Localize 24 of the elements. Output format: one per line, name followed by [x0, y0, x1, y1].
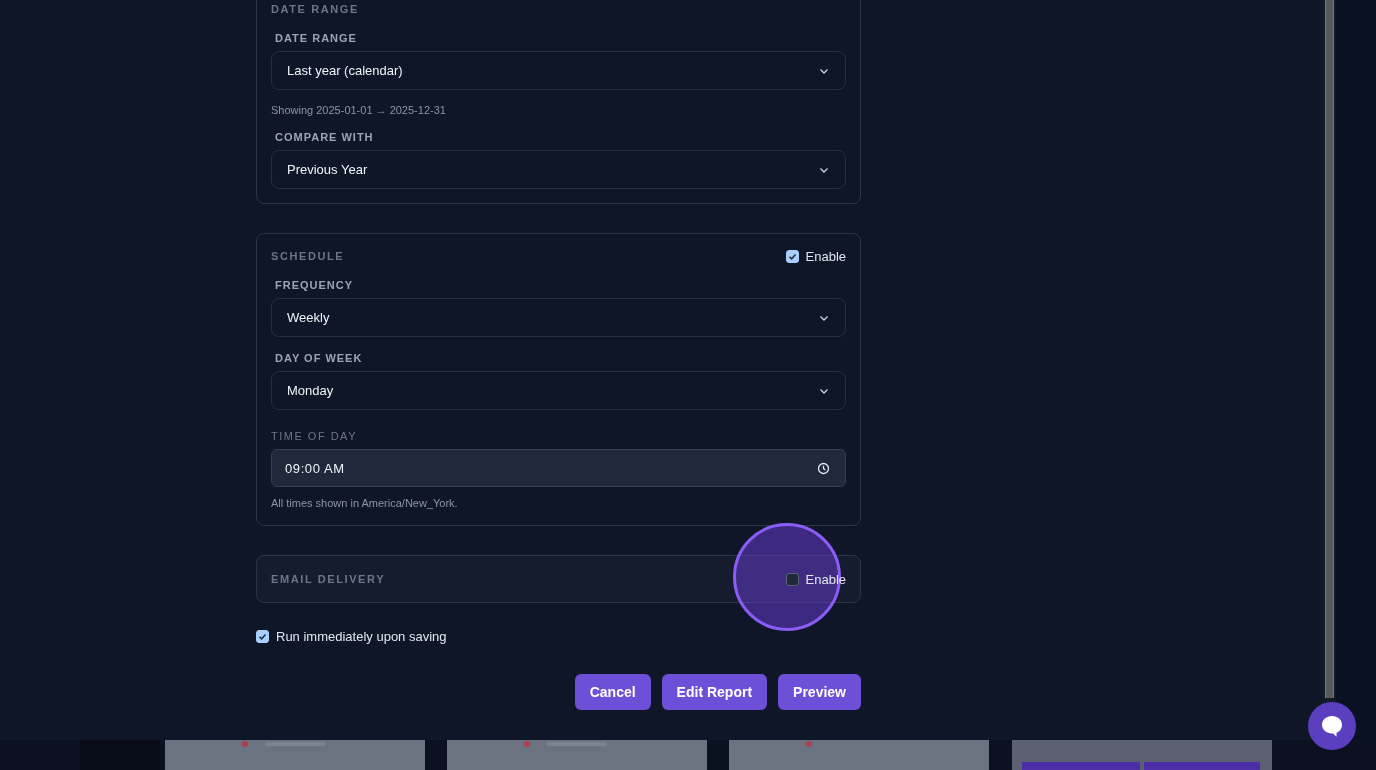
checkbox-label: Enable [805, 248, 846, 264]
field-label: DATE RANGE [275, 32, 358, 44]
checkbox-label: Run immediately upon saving [276, 629, 447, 644]
select-field[interactable]: Weekly [271, 298, 846, 337]
field-label: TIME OF DAY [271, 430, 358, 442]
select-field[interactable]: Last year (calendar) [271, 51, 846, 90]
section-title: DATE RANGE [271, 3, 359, 15]
action-button[interactable]: Preview [778, 674, 861, 710]
select-field[interactable]: Previous Year [271, 150, 846, 189]
time-field[interactable]: 09:00 AM [271, 449, 846, 487]
field-label: FREQUENCY [275, 279, 355, 291]
hint-text: All times shown in America/New_York. [271, 497, 459, 509]
field-label: DAY OF WEEK [275, 352, 364, 364]
checkbox[interactable] [785, 572, 799, 586]
select-field[interactable]: Monday [271, 371, 846, 410]
field-label: COMPARE WITH [275, 131, 375, 143]
hint-text: Showing 2025-01-01 → 2025-12-31 [271, 104, 447, 116]
section-title: EMAIL DELIVERY [271, 573, 386, 585]
action-button[interactable]: Cancel [574, 674, 651, 710]
chat-bubble-icon [1319, 713, 1345, 739]
clock-icon [817, 461, 830, 475]
action-button[interactable]: Edit Report [661, 674, 768, 710]
section-title: SCHEDULE [271, 250, 345, 262]
scrollbar[interactable] [1324, 0, 1334, 698]
